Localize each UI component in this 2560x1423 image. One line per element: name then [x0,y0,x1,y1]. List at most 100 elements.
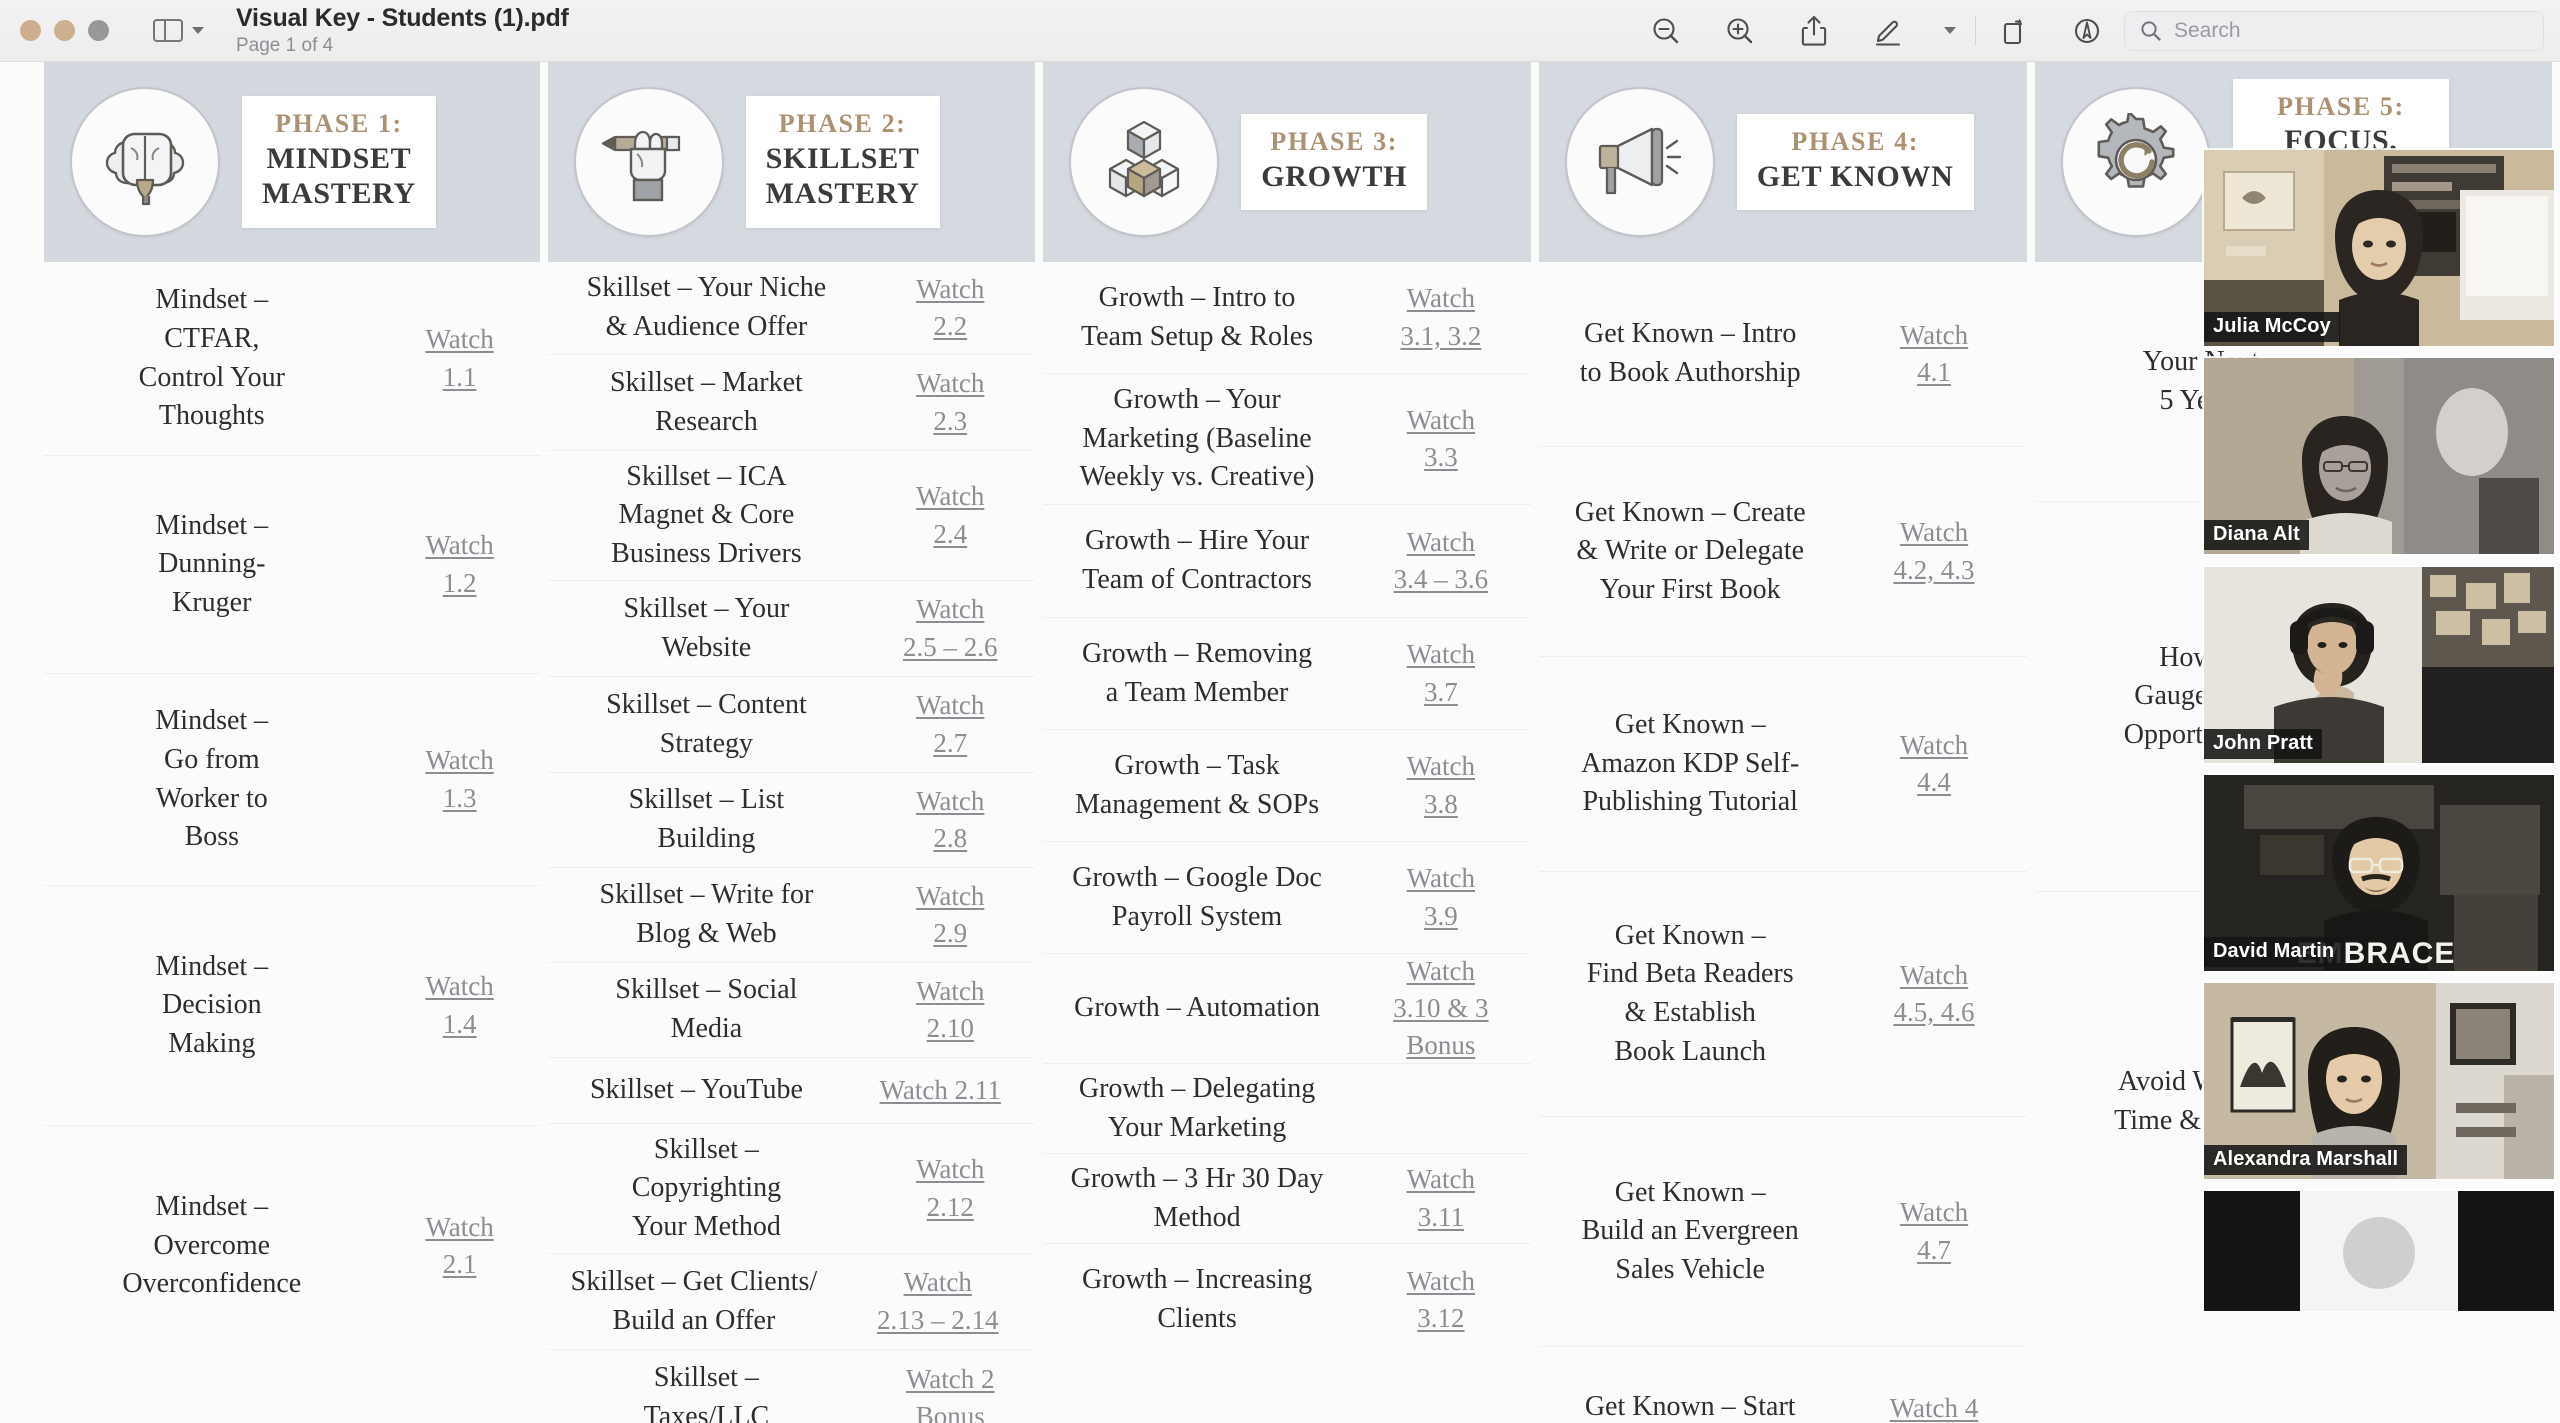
watch-link[interactable]: Watch 3.11 [1351,1161,1531,1236]
video-tile-participant[interactable]: John Pratt [2204,567,2554,763]
table-row[interactable]: Growth – Hire Your Team of Contractors W… [1043,505,1531,618]
search-input[interactable]: Search [2124,10,2544,51]
watch-link[interactable]: Watch 3.7 [1351,636,1531,711]
table-row[interactable]: Growth – Removing a Team Member Watch 3.… [1043,618,1531,730]
zoom-out-button[interactable] [1629,0,1703,62]
phase-number: PHASE 4: [1791,127,1920,157]
row-title: Skillset – Market Research [609,366,803,437]
row-title: Skillset – Copyrighting Your Method [631,1133,782,1242]
watch-link[interactable]: Watch 2.5 – 2.6 [865,591,1035,666]
chevron-down-icon[interactable] [192,27,204,34]
video-tile-participant[interactable]: Diana Alt [2204,358,2554,554]
video-tile-participant[interactable]: EMBRACE David Martin [2204,775,2554,971]
table-row[interactable]: Growth – Google Doc Payroll System Watch… [1043,842,1531,954]
watch-link[interactable]: Watch 2 Bonus [865,1361,1035,1423]
watch-link[interactable]: Watch 4.4 [1842,727,2027,802]
table-row[interactable]: Mindset – Go from Worker to Boss Watch 1… [44,674,540,886]
table-row[interactable]: Growth – Increasing Clients Watch 3.12 [1043,1244,1531,1356]
watch-link[interactable]: Watch 2.1 [380,1209,540,1284]
watch-link[interactable]: Watch 1.2 [380,527,540,602]
table-row[interactable]: Skillset – Get Clients/ Build an Offer W… [547,1254,1036,1350]
table-row[interactable]: Get Known – Intro to Book Authorship Wat… [1538,262,2027,447]
participant-name [2204,1300,2222,1307]
watch-link[interactable]: Watch 2.7 [865,687,1035,762]
watch-link[interactable]: Watch 2.10 [865,973,1035,1048]
watch-link[interactable]: Watch 2.8 [865,783,1035,858]
pdf-page-canvas[interactable]: PHASE 1: MINDSET MASTERY Mindset – CTFAR… [0,62,2560,1423]
table-row[interactable]: Skillset – Your Niche & Audience Offer W… [547,262,1036,355]
search-icon [2141,20,2161,41]
table-row[interactable]: Skillset – Social Media Watch 2.10 [547,963,1036,1058]
close-window-button[interactable] [20,20,41,41]
table-row[interactable]: Growth – Your Marketing (Baseline Weekly… [1043,374,1531,505]
table-row[interactable]: Skillset – List Building Watch 2.8 [547,773,1036,868]
maximize-window-button[interactable] [88,20,109,41]
watch-link[interactable]: Watch 1.1 [380,321,540,396]
video-tile-participant[interactable]: Julia McCoy [2204,150,2554,346]
watch-link[interactable]: Watch 2.2 [865,271,1035,346]
watch-link[interactable]: Watch 4.2, 4.3 [1842,514,2027,589]
sidebar-icon [153,19,183,42]
table-row[interactable]: Growth – 3 Hr 30 Day Method Watch 3.11 [1043,1154,1531,1244]
watch-link[interactable]: Watch 4.7 [1842,1194,2027,1269]
table-row[interactable]: Growth – Intro to Team Setup & Roles Wat… [1043,262,1531,374]
watch-link[interactable]: Watch 4.1 [1842,317,2027,392]
table-row[interactable]: Growth – Task Management & SOPs Watch 3.… [1043,730,1531,842]
brain-icon [70,87,220,237]
rotate-button[interactable] [1976,0,2050,62]
table-row[interactable]: Get Known – Build an Evergreen Sales Veh… [1538,1117,2027,1347]
table-row[interactable]: Get Known – Start Guest Blogging Watch 4… [1539,1347,2027,1423]
zoom-in-button[interactable] [1703,0,1777,62]
table-row[interactable]: Skillset – ICA Magnet & Core Business Dr… [547,451,1036,581]
markup-options-button[interactable] [1925,0,1975,62]
table-row[interactable]: Skillset – Content Strategy Watch 2.7 [547,677,1036,773]
row-title: Growth – Your Marketing (Baseline Weekly… [1079,384,1315,493]
table-row[interactable]: Mindset – CTFAR, Control Your Thoughts W… [44,262,540,456]
minimize-window-button[interactable] [54,20,75,41]
watch-link[interactable]: Watch 3.8 [1351,748,1531,823]
annotate-button[interactable] [2050,0,2124,62]
watch-link[interactable]: Watch 3.10 & 3 Bonus [1351,953,1531,1065]
hand-pencil-icon [573,87,724,237]
table-row[interactable]: Get Known – Find Beta Readers & Establis… [1538,872,2027,1117]
watch-link[interactable]: Watch 4 Bonus [1842,1390,2027,1423]
watch-link[interactable]: Watch 2.12 [865,1151,1035,1226]
row-title: Get Known – Build an Evergreen Sales Veh… [1581,1176,1799,1285]
vertical-scrollbar[interactable] [2550,62,2560,1423]
table-row[interactable]: Skillset – Copyrighting Your Method Watc… [547,1124,1036,1254]
table-row[interactable]: Skillset – Taxes/LLC Watch 2 Bonus [548,1350,1036,1423]
watch-link[interactable]: Watch 3.4 – 3.6 [1351,524,1531,599]
watch-link[interactable]: Watch 1.4 [380,968,540,1043]
watch-link[interactable]: Watch 2.9 [865,878,1035,953]
row-title: Skillset – Taxes/LLC [643,1362,770,1423]
share-button[interactable] [1777,0,1851,62]
row-title: Skillset – Your Niche & Audience Offer [586,272,827,342]
row-title: Growth – 3 Hr 30 Day Method [1070,1162,1324,1233]
watch-link[interactable]: Watch 3.9 [1351,860,1531,935]
table-row[interactable]: Mindset – Decision Making Watch 1.4 [44,886,540,1126]
watch-link[interactable]: Watch 2.13 – 2.14 [840,1264,1035,1339]
watch-link[interactable]: Watch 3.12 [1351,1263,1531,1338]
watch-link[interactable]: Watch 2.4 [865,478,1035,553]
table-row[interactable]: Mindset – Overcome Overconfidence Watch … [44,1126,540,1366]
table-row[interactable]: Skillset – Write for Blog & Web Watch 2.… [547,868,1036,963]
table-row[interactable]: Skillset – Your Website Watch 2.5 – 2.6 [547,581,1036,677]
watch-link[interactable]: Watch 4.5, 4.6 [1842,957,2027,1032]
video-tile-participant[interactable]: Alexandra Marshall [2204,983,2554,1179]
table-row[interactable]: Mindset – Dunning- Kruger Watch 1.2 [44,456,540,674]
sidebar-toggle-button[interactable] [153,19,204,42]
watch-link[interactable]: Watch 3.3 [1351,402,1531,477]
watch-link[interactable]: Watch 1.3 [380,742,540,817]
watch-link[interactable]: Watch 2.3 [865,365,1035,440]
toolbar-actions: Search [1629,0,2560,62]
table-row[interactable]: Skillset – YouTube Watch 2.11 [547,1058,1036,1124]
table-row[interactable]: Get Known – Create & Write or Delegate Y… [1538,447,2027,657]
table-row[interactable]: Skillset – Market Research Watch 2.3 [547,355,1036,451]
table-row[interactable]: Growth – Automation Watch 3.10 & 3 Bonus [1043,954,1531,1064]
watch-link[interactable]: Watch 2.11 [845,1072,1035,1109]
watch-link[interactable]: Watch 3.1, 3.2 [1351,280,1531,355]
markup-button[interactable] [1851,0,1925,62]
table-row[interactable]: Growth – Delegating Your Marketing [1043,1064,1531,1154]
table-row[interactable]: Get Known – Amazon KDP Self- Publishing … [1538,657,2027,872]
video-tile-participant[interactable] [2204,1191,2554,1311]
